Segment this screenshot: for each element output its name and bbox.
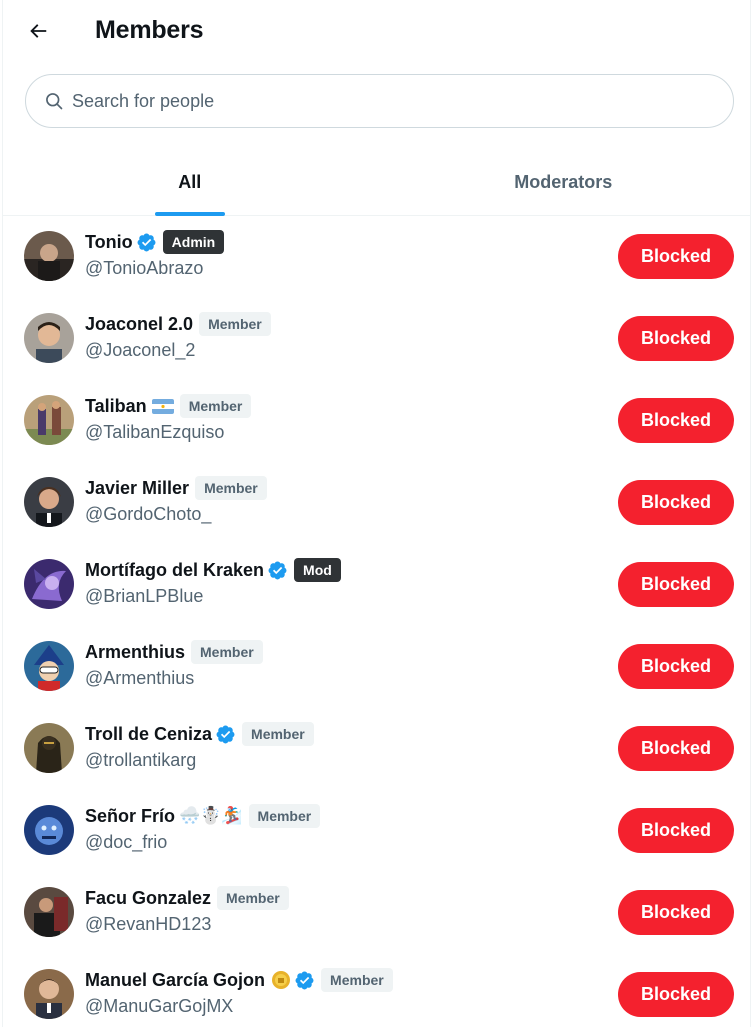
avatar[interactable] <box>24 723 74 773</box>
member-name[interactable]: Señor Frío <box>85 806 175 827</box>
blocked-button[interactable]: Blocked <box>618 890 734 935</box>
member-handle[interactable]: @RevanHD123 <box>85 914 211 935</box>
member-name[interactable]: Taliban <box>85 396 147 417</box>
blocked-button[interactable]: Blocked <box>618 972 734 1017</box>
tab-moderators-label: Moderators <box>514 172 613 192</box>
member-handle[interactable]: @Joaconel_2 <box>85 340 195 361</box>
member-row[interactable]: Mortífago del Kraken Mod @BrianLPBlue Bl… <box>3 544 750 626</box>
member-handle[interactable]: @TonioAbrazo <box>85 258 203 279</box>
blocked-button[interactable]: Blocked <box>618 316 734 361</box>
argentina-flag-icon <box>151 398 174 414</box>
header: Members <box>3 0 750 62</box>
weather-emoji: 🌨️☃️🏂 <box>179 806 243 825</box>
blocked-button[interactable]: Blocked <box>618 562 734 607</box>
role-badge: Member <box>179 394 252 418</box>
member-row[interactable]: Armenthius Member @Armenthius Blocked <box>3 626 750 708</box>
member-name[interactable]: Javier Miller <box>85 478 189 499</box>
search-box[interactable] <box>25 74 734 128</box>
search-input[interactable] <box>72 90 672 112</box>
member-handle[interactable]: @doc_frio <box>85 832 167 853</box>
member-row[interactable]: Joaconel 2.0 Member @Joaconel_2 Blocked <box>3 298 750 380</box>
gold-coin-icon <box>271 970 291 990</box>
role-badge: Admin <box>162 230 225 254</box>
avatar[interactable] <box>24 231 74 281</box>
member-handle[interactable]: @TalibanEzquiso <box>85 422 224 443</box>
member-row[interactable]: Javier Miller Member @GordoChoto_ Blocke… <box>3 462 750 544</box>
role-badge: Member <box>199 312 271 336</box>
tab-bar: All Moderators <box>3 150 750 216</box>
avatar[interactable] <box>24 395 74 445</box>
verified-badge-icon <box>267 560 288 581</box>
member-row[interactable]: Troll de Ceniza Member @trollantikarg Bl… <box>3 708 750 790</box>
member-row[interactable]: Facu Gonzalez Member @RevanHD123 Blocked <box>3 872 750 954</box>
members-panel: Members All Moderators Tonio <box>2 0 751 1027</box>
role-badge: Member <box>195 476 267 500</box>
member-name[interactable]: Tonio <box>85 232 133 253</box>
role-badge: Member <box>321 968 393 992</box>
member-row[interactable]: Manuel García Gojon Member @ManuGarGojMX… <box>3 954 750 1027</box>
avatar[interactable] <box>24 477 74 527</box>
avatar[interactable] <box>24 805 74 855</box>
avatar[interactable] <box>24 969 74 1019</box>
blocked-button[interactable]: Blocked <box>618 808 734 853</box>
member-list: Tonio Admin @TonioAbrazo Blocked Joacone… <box>3 216 750 1027</box>
member-handle[interactable]: @ManuGarGojMX <box>85 996 233 1017</box>
member-row[interactable]: Taliban Member @TalibanEzquiso Blocked <box>3 380 750 462</box>
tab-all-label: All <box>178 172 202 192</box>
role-badge: Member <box>191 640 263 664</box>
verified-badge-icon <box>294 970 315 991</box>
member-name[interactable]: Joaconel 2.0 <box>85 314 193 335</box>
member-handle[interactable]: @GordoChoto_ <box>85 504 211 525</box>
page-title: Members <box>95 16 204 44</box>
blocked-button[interactable]: Blocked <box>618 480 734 525</box>
avatar[interactable] <box>24 559 74 609</box>
role-badge: Member <box>242 722 314 746</box>
back-button[interactable] <box>21 14 55 48</box>
blocked-button[interactable]: Blocked <box>618 644 734 689</box>
arrow-left-icon <box>30 24 47 38</box>
member-name[interactable]: Troll de Ceniza <box>85 724 212 745</box>
role-badge: Member <box>248 804 321 828</box>
verified-badge-icon <box>136 232 157 253</box>
search-icon <box>46 93 63 110</box>
member-handle[interactable]: @BrianLPBlue <box>85 586 203 607</box>
member-name[interactable]: Armenthius <box>85 642 185 663</box>
role-badge: Member <box>217 886 289 910</box>
member-handle[interactable]: @Armenthius <box>85 668 194 689</box>
member-row[interactable]: Tonio Admin @TonioAbrazo Blocked <box>3 216 750 298</box>
avatar[interactable] <box>24 313 74 363</box>
role-badge: Mod <box>294 558 341 582</box>
tab-all[interactable]: All <box>3 150 377 216</box>
member-name[interactable]: Mortífago del Kraken <box>85 560 264 581</box>
member-name[interactable]: Manuel García Gojon <box>85 970 265 991</box>
avatar[interactable] <box>24 887 74 937</box>
member-name[interactable]: Facu Gonzalez <box>85 888 211 909</box>
blocked-button[interactable]: Blocked <box>618 398 734 443</box>
tab-moderators[interactable]: Moderators <box>377 150 751 215</box>
blocked-button[interactable]: Blocked <box>618 726 734 771</box>
member-row[interactable]: Señor Frío 🌨️☃️🏂 Member @doc_frio Blocke… <box>3 790 750 872</box>
member-handle[interactable]: @trollantikarg <box>85 750 196 771</box>
avatar[interactable] <box>24 641 74 691</box>
verified-badge-icon <box>215 724 236 745</box>
blocked-button[interactable]: Blocked <box>618 234 734 279</box>
